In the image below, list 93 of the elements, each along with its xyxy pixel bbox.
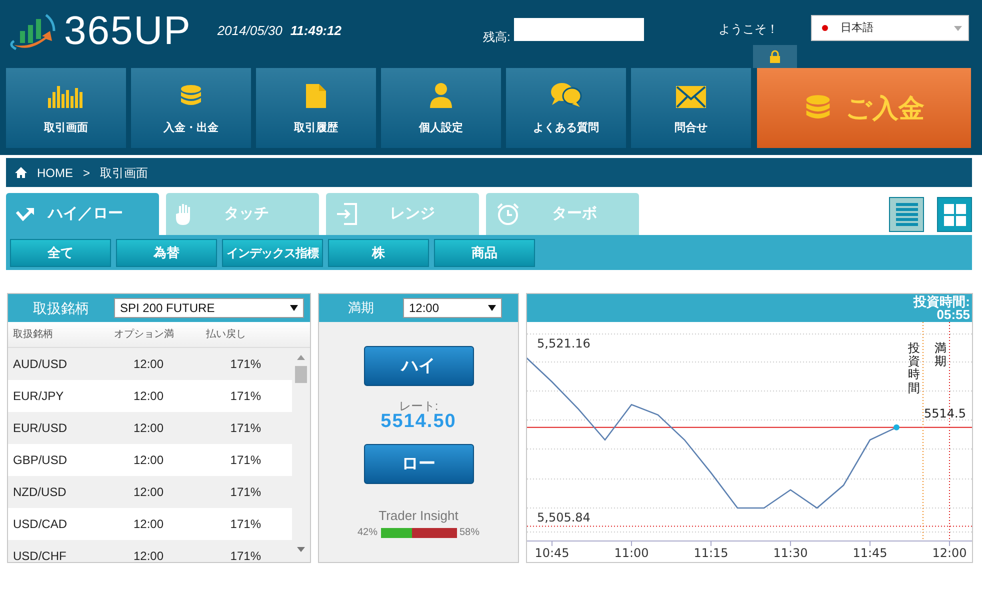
x-axis-label: 10:45 (534, 546, 570, 560)
user-icon (429, 82, 453, 108)
nav-button[interactable]: 個人設定 (381, 68, 501, 148)
coins-icon (179, 84, 203, 108)
nav-button[interactable]: 取引画面 (6, 68, 126, 148)
x-axis-label: 11:30 (773, 546, 808, 560)
countdown-value: 05:55 (936, 308, 970, 321)
table-cell-text: GBP/USD (12, 452, 68, 469)
table-cell-text: 12:00 (132, 388, 165, 405)
table-cell-text: 12:00 (132, 452, 165, 469)
welcome-text: ようこそ！ (718, 20, 774, 38)
current-price-marker (894, 424, 900, 430)
table-cell-text: 12:00 (132, 356, 165, 373)
table-cell-text: 12:00 (132, 516, 165, 533)
column-header: オプション満 (113, 328, 175, 342)
countdown-label: 投資時間: (914, 295, 970, 308)
table-cell-text: 171% (229, 356, 261, 373)
rate-label: レート: (398, 400, 438, 412)
table-cell-text: EUR/USD (12, 420, 68, 437)
table-cell-text: 12:00 (132, 420, 165, 437)
padlock-icon (769, 50, 781, 63)
enter-box-icon (336, 203, 358, 225)
hand-icon (176, 203, 192, 225)
filter-button[interactable]: 為替 (116, 239, 217, 267)
y-axis-label: 5,521.16 (537, 336, 590, 351)
high-button[interactable]: ハイ (364, 346, 474, 386)
low-button[interactable]: ロー (364, 444, 474, 484)
filter-button[interactable]: 株 (328, 239, 429, 267)
table-cell-text: 171% (229, 452, 261, 469)
dropdown-caret-icon (488, 305, 496, 311)
breadcrumb-separator: > (83, 164, 90, 182)
table-cell-text: USD/CHF (12, 548, 68, 562)
trader-insight-title: Trader Insight (378, 506, 458, 525)
breadcrumb-link[interactable]: HOME (37, 164, 73, 182)
bar-chart-icon (48, 84, 84, 108)
dropdown-caret-icon (290, 305, 298, 311)
panel-label: 満期 (347, 299, 375, 318)
chat-bubbles-icon (550, 82, 582, 108)
symbol-select[interactable]: SPI 200 FUTURE (114, 298, 304, 318)
grid-view-icon (944, 204, 966, 226)
language-select[interactable]: 日本語 (811, 15, 970, 41)
table-cell-text: NZD/USD (12, 484, 68, 501)
balance-label: 残高: (483, 29, 510, 46)
rate-value: 5514.50 (380, 412, 456, 433)
vertical-time-label: 投資時間 (908, 342, 920, 395)
filter-button[interactable]: 全て (10, 239, 111, 267)
logo-text: 365UP (64, 11, 192, 51)
time-text: 11:49:12 (290, 22, 342, 40)
list-view-icon (896, 203, 918, 226)
insight-percent: 58% (460, 526, 480, 540)
check-arrow-icon (16, 207, 34, 221)
y-axis-label: 5,505.84 (537, 510, 590, 525)
table-cell-text: 171% (229, 548, 261, 562)
table-cell-text: USD/CAD (12, 516, 68, 533)
lock-tab[interactable] (753, 45, 797, 68)
scrollbar-thumb[interactable] (295, 366, 307, 383)
x-axis-label: 11:15 (694, 546, 728, 560)
scrollbar[interactable] (292, 348, 310, 562)
table-cell-text: EUR/JPY (12, 388, 65, 405)
nav-button[interactable]: 取引履歴 (256, 68, 376, 148)
current-price-label: 5514.5 (924, 406, 966, 420)
date-text: 2014/05/30 (217, 22, 282, 40)
nav-button[interactable]: 問合せ (631, 68, 751, 148)
home-icon (15, 167, 27, 178)
x-axis-label: 11:45 (852, 546, 888, 560)
filter-button[interactable]: 商品 (434, 239, 535, 267)
view-toggle-button[interactable] (937, 197, 972, 232)
table-cell-text: 171% (229, 388, 261, 405)
table-cell-text: 171% (229, 484, 261, 501)
table-cell-text: 12:00 (132, 484, 165, 501)
panel-label: 取扱銘柄 (32, 298, 90, 318)
breadcrumb-current: 取引画面 (100, 164, 148, 182)
nav-button[interactable]: よくある質問 (506, 68, 626, 148)
balance-field[interactable] (514, 18, 644, 40)
tab[interactable]: ハイ／ロー (6, 193, 159, 235)
x-axis-label: 11:00 (614, 546, 649, 560)
filter-button[interactable]: インデックス指標 (222, 239, 323, 267)
view-toggle-button[interactable] (889, 197, 924, 232)
column-header: 取扱銘柄 (12, 328, 54, 342)
insight-percent: 42% (357, 526, 378, 540)
x-axis-label: 12:00 (932, 546, 967, 560)
table-cell-text: 171% (229, 516, 261, 533)
document-icon (306, 84, 326, 108)
nav-button[interactable]: 入金・出金 (131, 68, 251, 148)
alarm-clock-icon (496, 202, 520, 226)
table-cell-text: 12:00 (132, 548, 165, 562)
column-header: 払い戻し (206, 328, 247, 342)
vertical-time-label: 満期 (934, 342, 946, 368)
table-cell-text: AUD/USD (12, 356, 68, 373)
table-cell-text: 171% (229, 420, 261, 437)
expiry-select[interactable]: 12:00 (403, 298, 502, 318)
envelope-icon (676, 86, 706, 108)
dropdown-caret-icon (954, 26, 962, 30)
